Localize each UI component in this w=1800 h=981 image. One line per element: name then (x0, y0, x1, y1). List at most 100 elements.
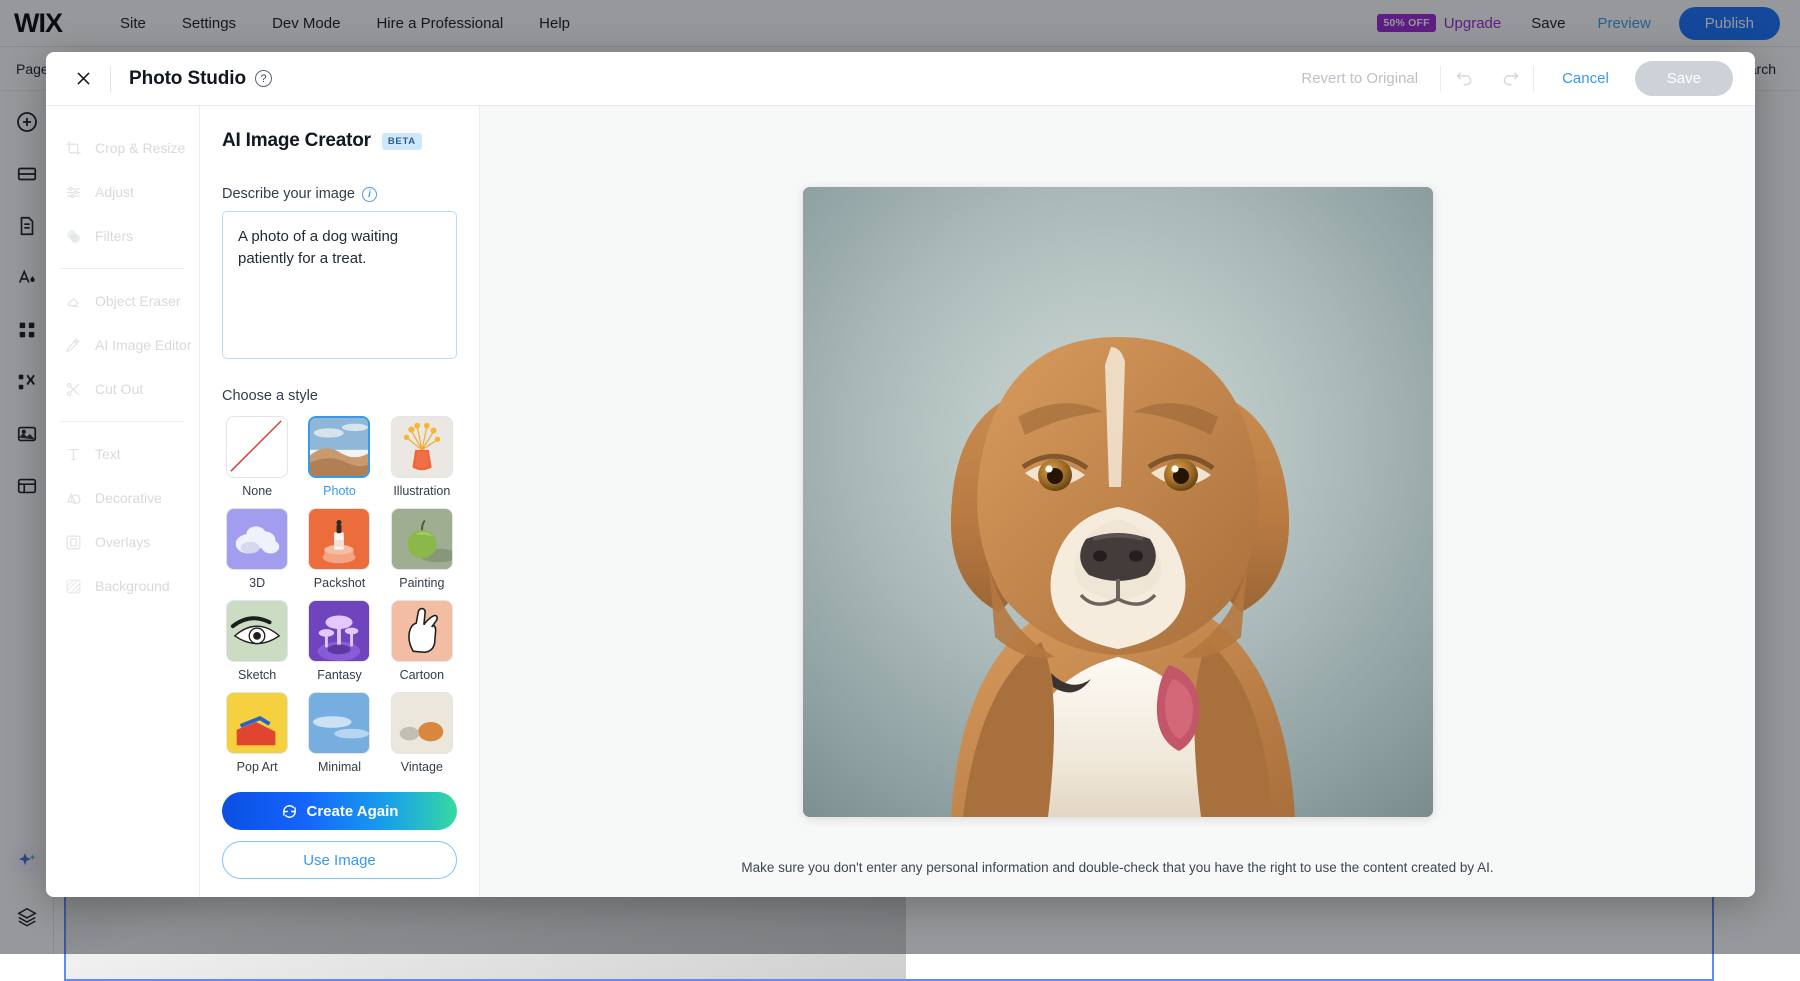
create-again-button[interactable]: Create Again (222, 792, 457, 830)
style-option-popart[interactable]: Pop Art (222, 692, 292, 774)
style-thumb-popart (226, 692, 288, 754)
eraser-icon (64, 292, 82, 310)
sidebar-item-label: AI Image Editor (95, 337, 192, 353)
style-option-minimal[interactable]: Minimal (304, 692, 374, 774)
prompt-input[interactable] (222, 211, 457, 359)
style-label: Cartoon (400, 668, 444, 682)
sidebar-item-label: Object Eraser (95, 293, 181, 309)
overlays-icon (64, 533, 82, 551)
style-thumb-3d (226, 508, 288, 570)
describe-image-label: Describe your image (222, 186, 355, 202)
style-label: Fantasy (317, 668, 361, 682)
style-option-none[interactable]: None (222, 416, 292, 498)
style-label: Sketch (238, 668, 276, 682)
magic-brush-icon (64, 336, 82, 354)
sidebar-item-cut-out[interactable]: Cut Out (46, 367, 199, 411)
style-label: Packshot (314, 576, 365, 590)
sidebar-item-label: Crop & Resize (95, 140, 185, 156)
panel-scroll-region[interactable]: AI Image Creator BETA Describe your imag… (200, 106, 479, 782)
info-icon[interactable]: i (362, 187, 377, 202)
sidebar-item-ai-image-editor[interactable]: AI Image Editor (46, 323, 199, 367)
generated-image[interactable] (803, 187, 1433, 817)
style-thumb-photo (308, 416, 370, 478)
crop-icon (64, 139, 82, 157)
sidebar-item-label: Cut Out (95, 381, 143, 397)
style-thumb-illustration (391, 416, 453, 478)
style-option-vintage[interactable]: Vintage (387, 692, 457, 774)
style-label: Illustration (393, 484, 450, 498)
sidebar-item-filters[interactable]: Filters (46, 214, 199, 258)
sidebar-item-label: Overlays (95, 534, 150, 550)
describe-label-row: Describe your image i (222, 186, 457, 202)
style-thumb-packshot (308, 508, 370, 570)
sidebar-item-label: Text (95, 446, 121, 462)
style-label: Minimal (318, 760, 361, 774)
style-option-packshot[interactable]: Packshot (304, 508, 374, 590)
ai-image-creator-panel: AI Image Creator BETA Describe your imag… (200, 106, 480, 897)
save-button[interactable]: Save (1635, 61, 1733, 96)
style-option-fantasy[interactable]: Fantasy (304, 600, 374, 682)
sidebar-item-label: Adjust (95, 184, 134, 200)
style-label: Pop Art (237, 760, 278, 774)
revert-to-original-button[interactable]: Revert to Original (1301, 70, 1418, 87)
style-thumb-cartoon (391, 600, 453, 662)
header-actions: Revert to Original Cancel Save (1301, 61, 1755, 97)
tool-sidebar: Crop & Resize Adjust Filters Object Er (46, 106, 200, 897)
style-grid: None Photo (222, 416, 457, 774)
dog-illustration (803, 187, 1433, 817)
background-icon (64, 577, 82, 595)
close-icon[interactable] (60, 52, 106, 106)
page-title: Photo Studio (129, 68, 246, 90)
ai-disclaimer: Make sure you don't enter any personal i… (480, 860, 1755, 875)
panel-title: AI Image Creator (222, 130, 371, 152)
panel-heading: AI Image Creator BETA (222, 130, 457, 152)
sidebar-divider-1 (60, 268, 185, 269)
header-divider (110, 66, 111, 92)
create-again-label: Create Again (307, 803, 399, 820)
sidebar-item-overlays[interactable]: Overlays (46, 520, 199, 564)
sidebar-item-decorative[interactable]: Decorative (46, 476, 199, 520)
sidebar-item-label: Background (95, 578, 170, 594)
style-thumb-sketch (226, 600, 288, 662)
help-icon[interactable]: ? (255, 70, 272, 87)
undo-icon[interactable] (1441, 61, 1487, 97)
style-option-sketch[interactable]: Sketch (222, 600, 292, 682)
sidebar-item-crop-resize[interactable]: Crop & Resize (46, 126, 199, 170)
sidebar-divider-2 (60, 421, 185, 422)
style-thumb-painting (391, 508, 453, 570)
photo-studio-dialog: Photo Studio ? Revert to Original Cancel… (46, 52, 1755, 897)
photo-studio-body: Crop & Resize Adjust Filters Object Er (46, 106, 1755, 897)
sidebar-item-label: Filters (95, 228, 133, 244)
use-image-button[interactable]: Use Image (222, 841, 457, 879)
style-option-3d[interactable]: 3D (222, 508, 292, 590)
style-label: Painting (399, 576, 444, 590)
sliders-icon (64, 183, 82, 201)
style-option-illustration[interactable]: Illustration (387, 416, 457, 498)
filters-icon (64, 227, 82, 245)
sidebar-item-label: Decorative (95, 490, 162, 506)
cancel-button[interactable]: Cancel (1562, 70, 1609, 87)
sidebar-item-text[interactable]: Text (46, 432, 199, 476)
panel-action-buttons: Create Again Use Image (200, 782, 479, 897)
style-option-cartoon[interactable]: Cartoon (387, 600, 457, 682)
style-thumb-fantasy (308, 600, 370, 662)
photo-studio-header: Photo Studio ? Revert to Original Cancel… (46, 52, 1755, 106)
style-option-painting[interactable]: Painting (387, 508, 457, 590)
redo-icon[interactable] (1487, 61, 1533, 97)
refresh-icon (281, 803, 298, 820)
choose-style-label: Choose a style (222, 388, 457, 404)
beta-badge: BETA (382, 133, 422, 150)
style-label: Vintage (401, 760, 443, 774)
style-thumb-vintage (391, 692, 453, 754)
style-label: Photo (323, 484, 356, 498)
sidebar-item-object-eraser[interactable]: Object Eraser (46, 279, 199, 323)
scissors-icon (64, 380, 82, 398)
text-icon (64, 445, 82, 463)
sidebar-item-adjust[interactable]: Adjust (46, 170, 199, 214)
sidebar-item-background[interactable]: Background (46, 564, 199, 608)
image-preview-area: Make sure you don't enter any personal i… (480, 106, 1755, 897)
style-label: 3D (249, 576, 265, 590)
style-thumb-minimal (308, 692, 370, 754)
style-option-photo[interactable]: Photo (304, 416, 374, 498)
style-label: None (242, 484, 272, 498)
